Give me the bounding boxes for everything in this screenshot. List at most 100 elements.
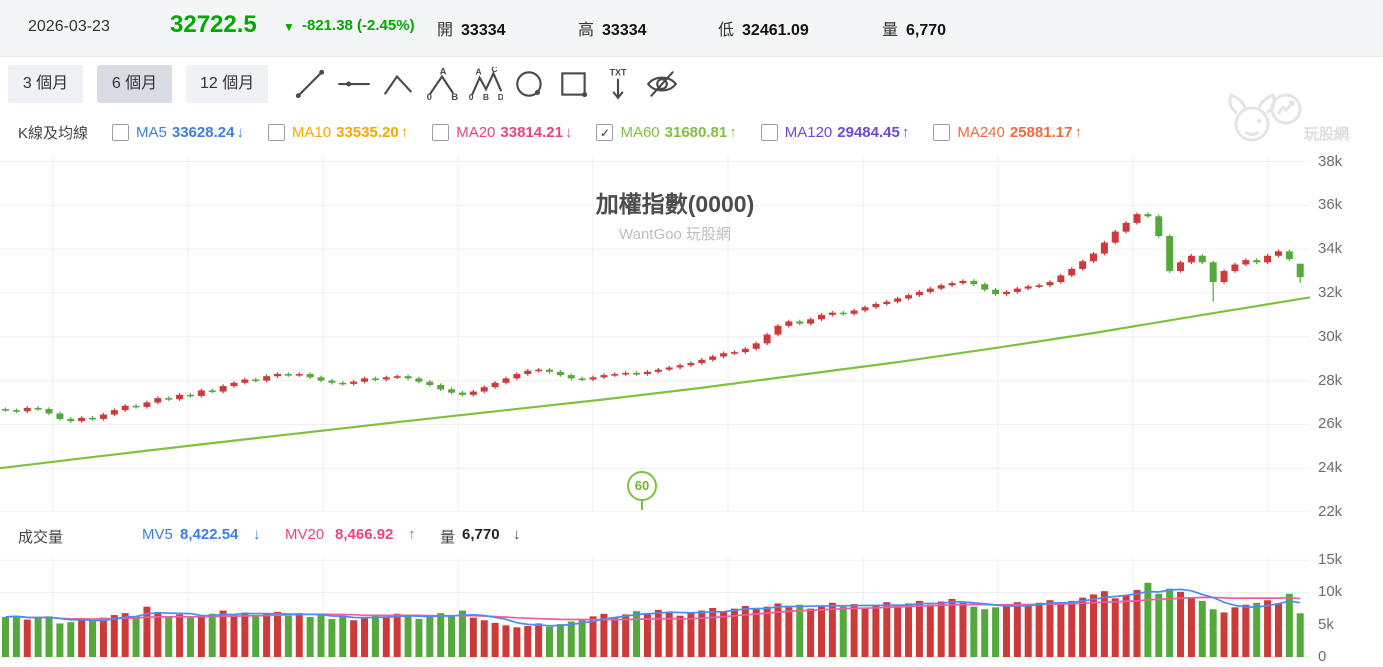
unchecked-checkbox-ma20[interactable] [432, 124, 449, 141]
trend-line-tool-icon [293, 67, 327, 101]
ma-label: MA240 [957, 124, 1005, 141]
angle-tool-icon [381, 67, 415, 101]
volume-tick-label: 10k [1318, 583, 1342, 600]
price-tick-label: 38k [1318, 153, 1342, 170]
open-value: 33334 [461, 22, 506, 40]
mv5-arrow: ↓ [253, 526, 261, 543]
ma-legend-item-ma10[interactable]: MA10 33535.20↑ [268, 124, 408, 141]
quote-date: 2026-03-23 [28, 18, 110, 36]
svg-text:0: 0 [469, 91, 474, 100]
unchecked-checkbox-ma240[interactable] [933, 124, 950, 141]
period-button-1[interactable]: 3 個月 [8, 65, 83, 103]
ma-row-title: K線及均線 [18, 122, 88, 143]
ma-value: 29484.45 [837, 124, 900, 141]
ma-trend-arrow: ↓ [565, 124, 573, 141]
volume-label: 量 [882, 16, 898, 40]
ellipse-tool[interactable] [508, 62, 552, 106]
ma-trend-arrow: ↑ [902, 124, 910, 141]
ma-legend-item-ma60[interactable]: ✓MA6031680.81↑ [596, 124, 736, 141]
open-quote: 開 33334 [437, 16, 506, 40]
drawing-tools: A0B 0 A B C D TXT [288, 62, 684, 106]
ma-trend-arrow: ↑ [1074, 124, 1082, 141]
last-price: 32722.5 [170, 11, 257, 39]
chart-subtitle: WantGoo 玩股網 [20, 223, 1330, 244]
price-tick-label: 34k [1318, 240, 1342, 257]
ma-legend-item-ma240[interactable]: MA240 25881.17↑ [933, 124, 1082, 141]
price-tick-label: 36k [1318, 196, 1342, 213]
svg-text:B: B [452, 91, 459, 100]
price-tick-label: 22k [1318, 503, 1342, 520]
high-value: 33334 [602, 22, 647, 40]
unchecked-checkbox-ma5[interactable] [112, 124, 129, 141]
open-label: 開 [437, 16, 453, 40]
price-down-arrow-icon: ▼ [283, 20, 295, 34]
rectangle-tool[interactable] [552, 62, 596, 106]
ma-legend-item-ma20[interactable]: MA2033814.21↓ [432, 124, 572, 141]
volume-quote: 量 6,770 [882, 16, 946, 40]
vol-value: 6,770 [462, 526, 500, 543]
ma-value: 33628.24 [172, 124, 235, 141]
text-tool-icon: TXT [601, 67, 635, 101]
price-change: -821.38 (-2.45%) [302, 17, 415, 34]
ma-label: MA10 [292, 124, 331, 141]
volume-tick-label: 0 [1318, 648, 1326, 665]
abcd-wave-tool[interactable]: 0 A B C D [464, 62, 508, 106]
angle-tool[interactable] [376, 62, 420, 106]
ma-value: 25881.17 [1010, 124, 1073, 141]
ma-legend-row: K線及均線 MA533628.24↓MA1033535.20↑MA2033814… [0, 110, 1310, 155]
price-tick-label: 32k [1318, 284, 1342, 301]
svg-text:A: A [476, 67, 482, 76]
svg-text:D: D [498, 91, 503, 100]
ma60-line [0, 297, 1310, 468]
unchecked-checkbox-ma120[interactable] [761, 124, 778, 141]
ma-trend-arrow: ↑ [401, 124, 409, 141]
abcd-wave-tool-icon: 0 A B C D [469, 67, 503, 101]
mv5-label: MV5 [142, 526, 173, 543]
watermark-brand: 玩股網 [1304, 125, 1349, 143]
period-button-3[interactable]: 12 個月 [186, 65, 268, 103]
unchecked-checkbox-ma10[interactable] [268, 124, 285, 141]
price-tick-label: 28k [1318, 372, 1342, 389]
ma60-badge: 60 [627, 471, 657, 501]
price-tick-label: 30k [1318, 328, 1342, 345]
volume-header: 成交量 MV5 8,422.54 ↓ MV20 8,466.92 ↑ 量 6,7… [0, 512, 1310, 557]
svg-text:B: B [483, 91, 489, 100]
checked-checkbox-ma60[interactable]: ✓ [596, 124, 613, 141]
ma-value: 33535.20 [336, 124, 399, 141]
period-buttons: 3 個月 6 個月 12 個月 [0, 65, 268, 103]
rectangle-tool-icon [557, 67, 591, 101]
hide-drawings-tool[interactable] [640, 62, 684, 106]
ma-value: 31680.81 [665, 124, 728, 141]
volume-tick-label: 5k [1318, 616, 1334, 633]
abc-wave-tool-icon: A0B [425, 67, 459, 101]
vol-label: 量 [440, 526, 455, 547]
ma-legend-item-ma5[interactable]: MA533628.24↓ [112, 124, 244, 141]
low-quote: 低 32461.09 [718, 16, 809, 40]
chart-toolbar: 3 個月 6 個月 12 個月 A0B 0 A B C D TXT [0, 57, 1383, 110]
horizontal-line-tool[interactable] [332, 62, 376, 106]
volume-bars [2, 583, 1304, 657]
ellipse-tool-icon [513, 67, 547, 101]
price-tick-label: 24k [1318, 459, 1342, 476]
high-label: 高 [578, 16, 594, 40]
ma-legend-item-ma120[interactable]: MA12029484.45↑ [761, 124, 910, 141]
volume-pane [0, 557, 1310, 667]
ma-label: MA20 [456, 124, 495, 141]
price-tick-label: 26k [1318, 415, 1342, 432]
stock-chart-page: 2026-03-23 32722.5 ▼ -821.38 (-2.45%) 開 … [0, 0, 1383, 667]
ma-label: MA60 [620, 124, 659, 141]
volume-chart[interactable] [0, 557, 1310, 667]
ma60-badge-stem [641, 499, 643, 510]
ma-items: MA533628.24↓MA1033535.20↑MA2033814.21↓✓M… [88, 124, 1082, 141]
abc-wave-tool[interactable]: A0B [420, 62, 464, 106]
mv20-arrow: ↑ [408, 526, 416, 543]
svg-text:C: C [492, 67, 498, 74]
trend-line-tool[interactable] [288, 62, 332, 106]
period-button-2[interactable]: 6 個月 [97, 65, 172, 103]
low-value: 32461.09 [742, 22, 809, 40]
volume-pane-title: 成交量 [18, 526, 63, 547]
volume-tick-label: 15k [1318, 551, 1342, 568]
mv20-value: 8,466.92 [335, 526, 393, 543]
volume-value: 6,770 [906, 22, 946, 40]
text-tool[interactable]: TXT [596, 62, 640, 106]
